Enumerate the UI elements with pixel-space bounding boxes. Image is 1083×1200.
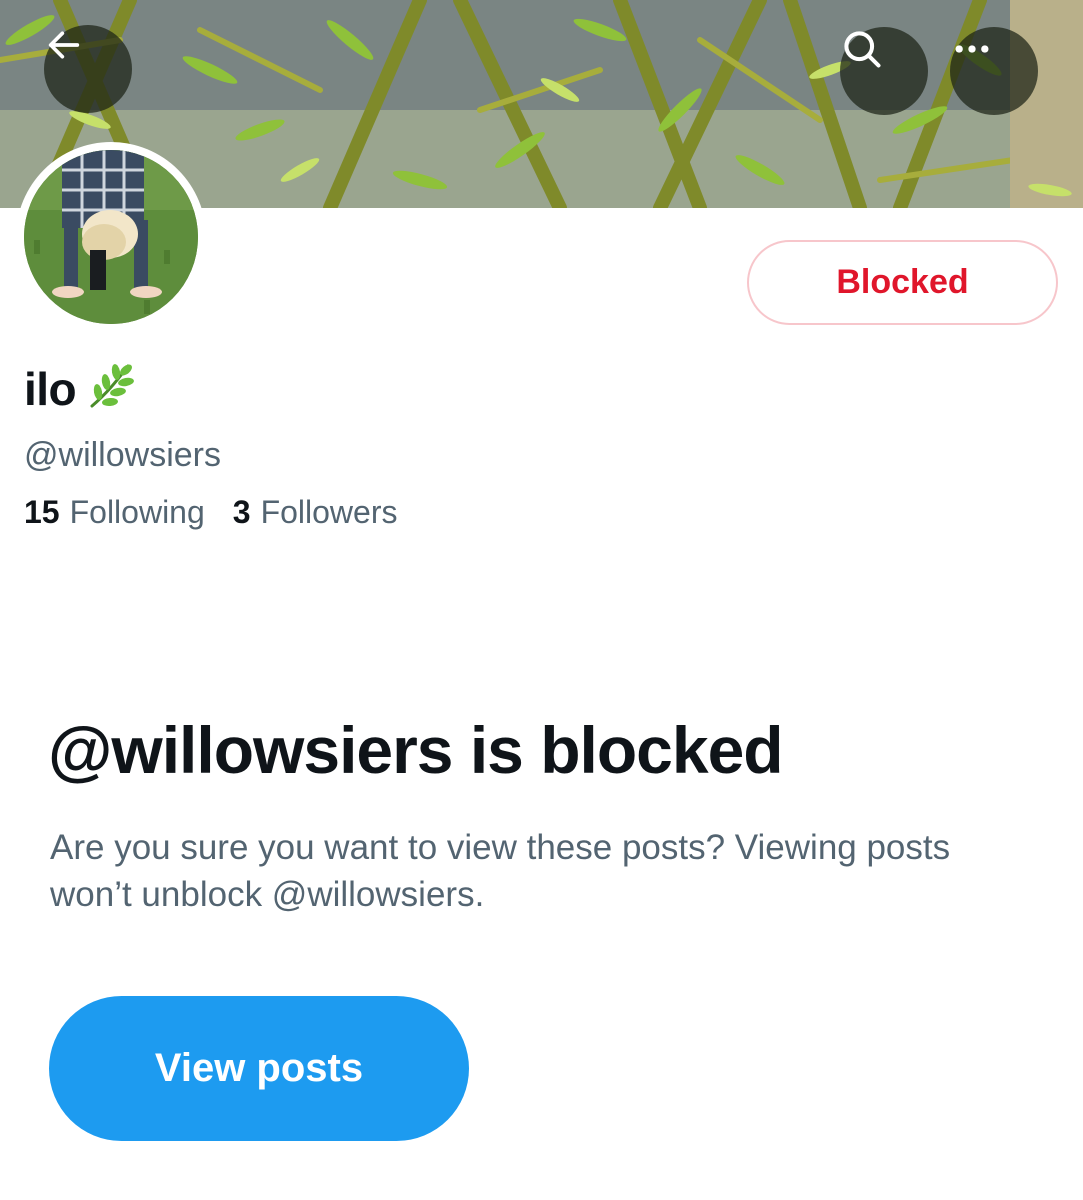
back-button[interactable] — [44, 25, 132, 113]
avatar-image — [24, 150, 198, 324]
blocked-button[interactable]: Blocked — [747, 240, 1058, 325]
display-name-text: ilo — [24, 362, 77, 415]
view-posts-button[interactable]: View posts — [49, 996, 469, 1141]
display-name: ilo — [24, 358, 138, 419]
profile-screen: Blocked ilo @willowsiers 15 Following 3 … — [0, 0, 1083, 1200]
following-count: 15 — [24, 494, 60, 530]
blocked-notice-description: Are you sure you want to view these post… — [50, 828, 951, 914]
arrow-left-icon — [48, 31, 80, 59]
followers-count: 3 — [232, 494, 251, 530]
herb-leaf-icon — [82, 358, 138, 419]
more-horizontal-icon — [955, 45, 989, 53]
blocked-button-label: Blocked — [836, 263, 969, 301]
avatar[interactable] — [16, 142, 206, 332]
search-icon — [844, 31, 881, 68]
followers-link[interactable]: 3 Followers — [233, 494, 398, 531]
following-link[interactable]: 15 Following — [24, 494, 205, 531]
view-posts-label: View posts — [154, 1046, 364, 1090]
search-button[interactable] — [840, 27, 928, 115]
profile-handle: @willowsiers — [24, 436, 221, 474]
profile-stats: 15 Following 3 Followers — [24, 494, 397, 531]
more-options-button[interactable] — [950, 27, 1038, 115]
following-label: Following — [69, 494, 205, 530]
followers-label: Followers — [260, 494, 398, 530]
blocked-notice-title: @willowsiers is blocked — [48, 713, 784, 787]
